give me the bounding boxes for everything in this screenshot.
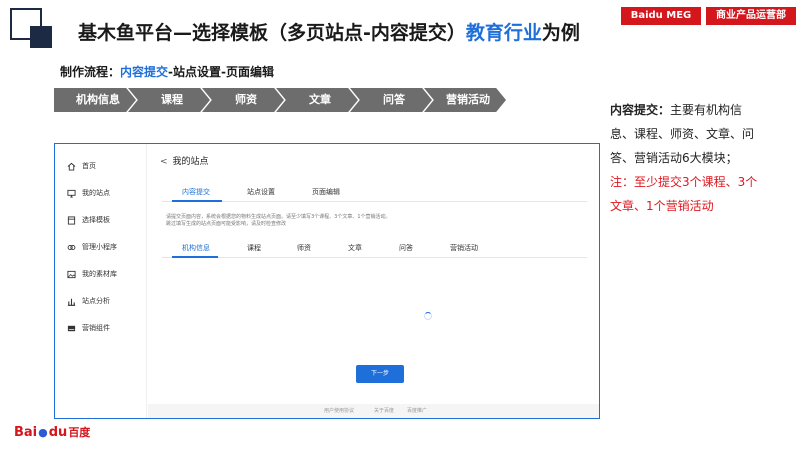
- tab-content-submit[interactable]: 内容提交: [182, 187, 210, 197]
- module-tabs: 机构信息 课程 师资 文章 问答 营销活动: [162, 238, 587, 258]
- tab-page-edit[interactable]: 页面编辑: [312, 187, 340, 197]
- process-current: 内容提交: [120, 65, 169, 79]
- image-icon: [67, 270, 76, 279]
- explanation-note: 内容提交：主要有机构信息、课程、师资、文章、问答、营销活动6大模块； 注：至少提…: [610, 98, 760, 218]
- tab-articles[interactable]: 文章: [348, 243, 362, 253]
- bar-chart-icon: [67, 297, 76, 306]
- tab-courses[interactable]: 课程: [247, 243, 261, 253]
- component-icon: [67, 324, 76, 333]
- slide-title-main: 基木鱼平台—选择模板（多页站点-内容提交）: [78, 22, 466, 44]
- note-label: 内容提交：: [610, 103, 671, 117]
- step-arrow-5: 问答: [350, 88, 432, 112]
- slide-title: 基木鱼平台—选择模板（多页站点-内容提交）教育行业为例: [78, 18, 580, 45]
- process-steps: 机构信息 课程 师资 文章 问答 营销活动: [54, 88, 514, 112]
- slide-title-tail: 为例: [541, 22, 580, 44]
- paw-icon: ●: [38, 425, 48, 439]
- top-tabs: 内容提交 站点设置 页面编辑: [162, 184, 587, 202]
- sidebar-item-site-analysis[interactable]: 站点分析: [67, 294, 110, 308]
- app-main-panel: < 我的站点 内容提交 站点设置 页面编辑 请提交页面内容，系统会根据您的物料生成…: [148, 144, 599, 418]
- corner-decoration-fill: [30, 26, 52, 48]
- tab-qa[interactable]: 问答: [399, 243, 413, 253]
- badge-baidu-meg: Baidu MEG: [621, 7, 701, 25]
- process-rest: -站点设置-页面编辑: [168, 65, 274, 79]
- chevron-left-icon[interactable]: <: [160, 157, 168, 167]
- mini-program-icon: [67, 243, 76, 252]
- footer-link-about-baidu[interactable]: 关于百度: [374, 407, 394, 414]
- loading-spinner-icon: [424, 312, 432, 320]
- process-line: 制作流程：内容提交-站点设置-页面编辑: [60, 63, 274, 80]
- sidebar-item-choose-template[interactable]: 选择模板: [67, 213, 110, 227]
- footer-link-baidu-promotion[interactable]: 百度推广: [407, 407, 427, 414]
- app-footer: 用户使用协议 关于百度 百度推广: [148, 404, 599, 418]
- sidebar-item-my-site[interactable]: 我的站点: [67, 186, 110, 200]
- step-arrow-2: 课程: [128, 88, 210, 112]
- step-arrow-3: 师资: [202, 88, 284, 112]
- step-arrow-4: 文章: [276, 88, 358, 112]
- monitor-icon: [67, 189, 76, 198]
- sidebar-item-marketing-components[interactable]: 营销组件: [67, 321, 110, 335]
- app-sidebar: 首页 我的站点 选择模板 管理小程序 我的素材库 站点分析 营销组件: [55, 144, 147, 418]
- sidebar-item-material-library[interactable]: 我的素材库: [67, 267, 117, 281]
- active-module-indicator: [172, 256, 218, 258]
- tab-institution-info[interactable]: 机构信息: [182, 243, 210, 253]
- sidebar-item-mini-program[interactable]: 管理小程序: [67, 240, 117, 254]
- step-arrow-6: 营销活动: [424, 88, 506, 112]
- tab-site-settings[interactable]: 站点设置: [247, 187, 275, 197]
- sidebar-item-home[interactable]: 首页: [67, 159, 96, 173]
- footer-link-user-agreement[interactable]: 用户使用协议: [324, 407, 354, 414]
- submit-description: 请提交页面内容，系统会根据您的物料生成站点页面。请至少填写3个课程、3个文章、1…: [166, 214, 391, 227]
- active-tab-indicator: [172, 200, 222, 202]
- page-title: < 我的站点: [160, 157, 209, 167]
- step-arrow-1: 机构信息: [54, 88, 136, 112]
- home-icon: [67, 162, 76, 171]
- app-screenshot-frame: 首页 我的站点 选择模板 管理小程序 我的素材库 站点分析 营销组件 <我的站: [54, 143, 600, 419]
- baidu-logo: Bai ● du 百度: [14, 424, 91, 440]
- badge-department: 商业产品运营部: [706, 7, 796, 25]
- tab-teachers[interactable]: 师资: [297, 243, 311, 253]
- template-icon: [67, 215, 76, 225]
- slide-title-highlight: 教育行业: [465, 22, 542, 44]
- process-label: 制作流程：: [60, 65, 121, 79]
- next-step-button[interactable]: 下一步: [356, 365, 404, 383]
- tab-marketing-activities[interactable]: 营销活动: [450, 243, 478, 253]
- note-warning: 注：至少提交3个课程、3个文章、1个营销活动: [610, 175, 758, 213]
